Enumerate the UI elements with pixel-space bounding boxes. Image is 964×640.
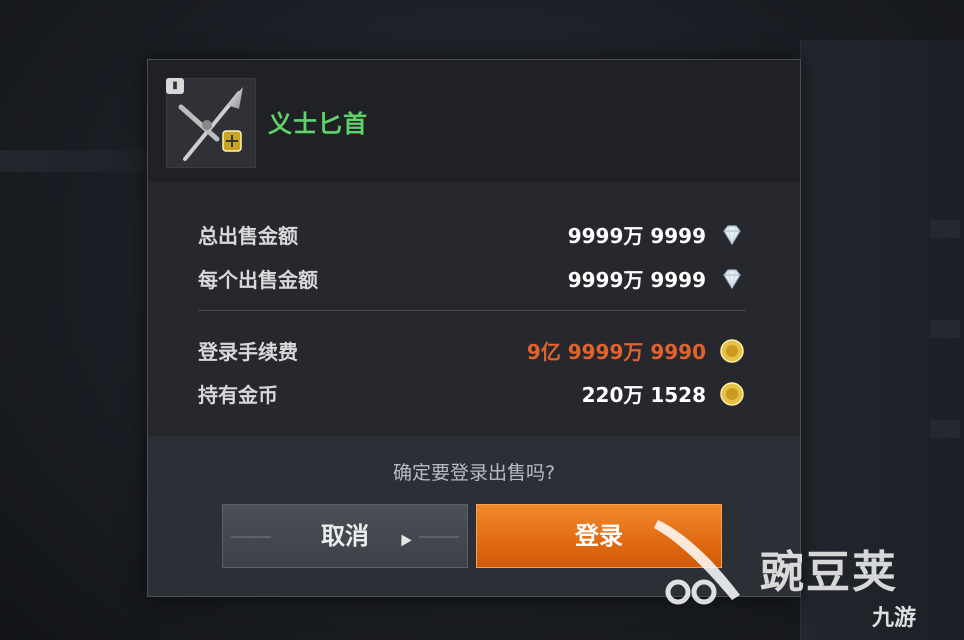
confirm-prompt: 确定要登录出售吗? xyxy=(392,462,556,484)
row-held-gold: 持有金币 220万 1528 xyxy=(198,379,746,409)
row-label: 登录手续费 xyxy=(198,340,298,364)
background-element xyxy=(0,150,148,172)
row-value: 9999万 9999 xyxy=(567,268,706,292)
row-label: 每个出售金额 xyxy=(198,268,318,292)
gold-coin-icon xyxy=(720,339,744,363)
background-element xyxy=(930,320,960,338)
gold-coin-icon xyxy=(720,382,744,406)
background-element xyxy=(930,220,960,238)
row-label: 持有金币 xyxy=(198,383,278,407)
row-total-price: 总出售金额 9999万 9999 xyxy=(198,220,746,250)
row-value: 9999万 9999 xyxy=(567,224,706,248)
divider xyxy=(198,310,746,311)
row-label: 总出售金额 xyxy=(198,224,298,248)
watermark-logo-icon xyxy=(654,520,740,605)
book-icon: ▮ xyxy=(166,78,184,94)
row-value: 220万 1528 xyxy=(581,383,706,407)
cancel-button[interactable]: 取消 xyxy=(222,504,468,568)
button-ornament xyxy=(231,536,271,538)
login-button-label: 登录 xyxy=(575,522,623,550)
diamond-icon xyxy=(723,225,741,246)
dialog-header: ▮ 义士匕首 xyxy=(148,60,800,183)
watermark-sub-brand: 九游 xyxy=(872,606,917,631)
row-listing-fee: 登录手续费 9亿 9999万 9990 xyxy=(198,336,746,366)
cancel-button-label: 取消 xyxy=(321,522,369,550)
watermark-brand: 豌豆荚 xyxy=(760,547,898,598)
row-unit-price: 每个出售金额 9999万 9999 xyxy=(198,264,746,294)
row-value: 9亿 9999万 9990 xyxy=(526,340,706,364)
item-name: 义士匕首 xyxy=(268,110,368,138)
diamond-icon xyxy=(723,269,741,290)
button-ornament xyxy=(419,536,459,538)
price-info-panel: 总出售金额 9999万 9999 每个出售金额 9999万 9999 登录手续费… xyxy=(148,182,800,436)
background-element xyxy=(930,420,960,438)
